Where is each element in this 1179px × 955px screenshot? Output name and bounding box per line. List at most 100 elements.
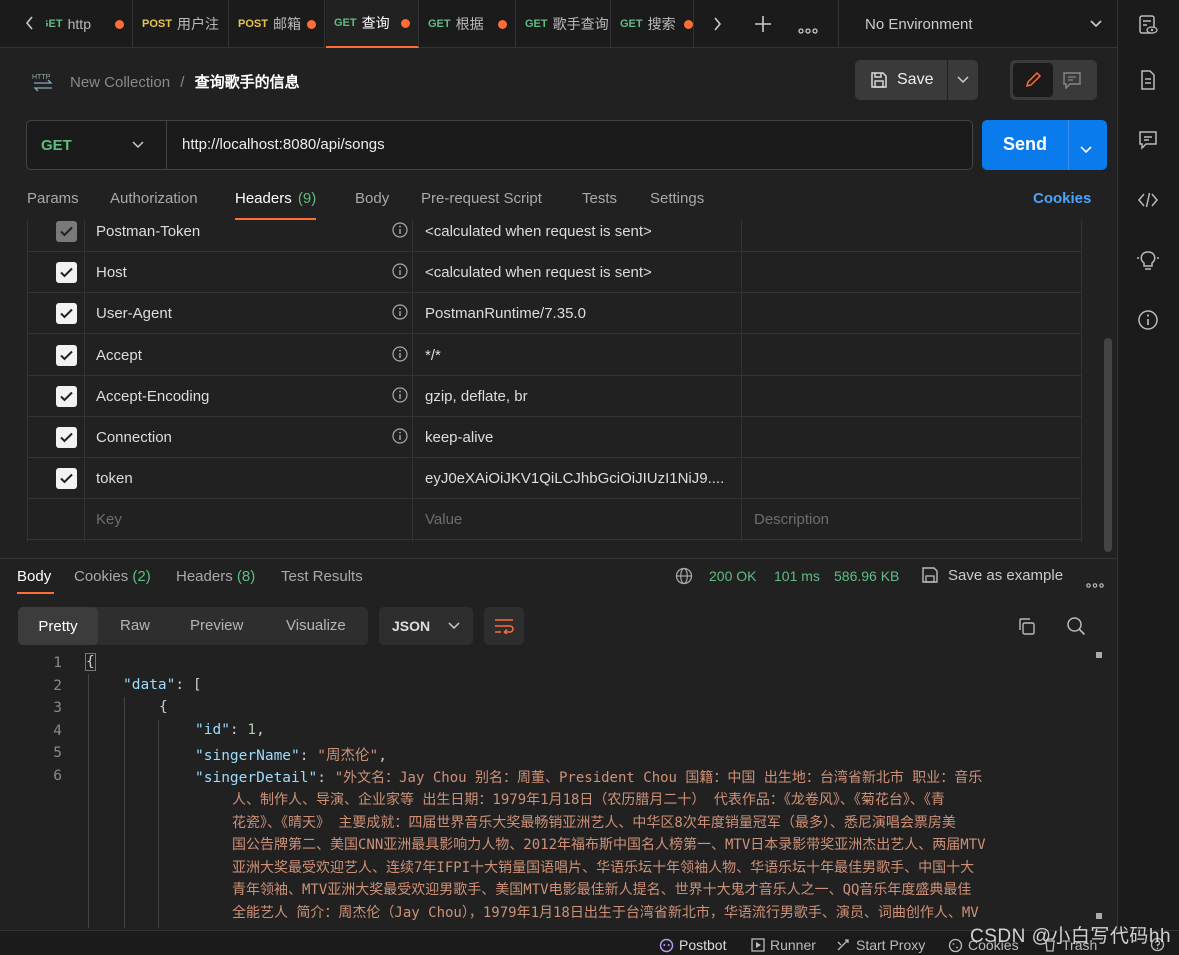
breadcrumb-request-name[interactable]: 查询歌手的信息 [195,74,300,91]
cookies-link[interactable]: Cookies [1033,190,1091,207]
request-tab-3[interactable]: POST 邮箱 [230,0,325,48]
tab-title: 根据 [455,16,484,32]
save-options-dropdown[interactable] [948,60,978,100]
json-string-wrap: 全能艺人 简介：周杰伦（Jay Chou），1979年1月18日出生于台湾省新北… [232,905,979,921]
edit-mode-button[interactable] [1013,63,1053,97]
breadcrumb-collection[interactable]: New Collection [70,74,170,91]
send-options-dropdown[interactable] [1080,141,1092,158]
line-number: 3 [53,700,62,716]
tab-title: 邮箱 [272,16,301,32]
start-proxy-label: Start Proxy [856,937,926,953]
save-as-example-button[interactable]: Save as example [921,566,1063,584]
runner-button[interactable]: Runner [751,937,816,953]
environment-selector[interactable]: No Environment [838,0,1117,48]
wrap-lines-button[interactable] [484,607,524,645]
search-response-button[interactable] [1066,616,1086,640]
tab-body[interactable]: Body [355,190,389,207]
header-checkbox[interactable] [56,386,77,407]
resp-tab-cookies[interactable]: Cookies (2) [74,568,151,585]
json-punct: , [256,722,265,738]
json-string-wrap: 亚洲大奖最受欢迎艺人、连续7年IFPI十大销量国语唱片、华语乐坛十年领袖人物、华… [232,860,975,876]
info-panel-button[interactable] [1137,309,1159,335]
header-checkbox[interactable] [56,262,77,283]
info-circle-icon [1138,310,1158,330]
request-tab-4-active[interactable]: GET 查询 [326,0,419,48]
tab-pre-request-script[interactable]: Pre-request Script [421,190,542,207]
save-label: Save [897,71,934,88]
header-checkbox[interactable] [56,303,77,324]
request-info-button[interactable] [1137,249,1159,275]
save-button[interactable]: Save [855,60,947,100]
new-tab-button[interactable] [754,15,772,37]
info-icon[interactable] [392,387,408,407]
code-line-1: { [85,653,96,671]
scroll-up-arrow[interactable] [1096,652,1102,658]
info-icon[interactable] [392,304,408,324]
response-time[interactable]: 101 ms [774,568,820,584]
resp-tab-body[interactable]: Body [17,568,54,594]
svg-text:HTTP: HTTP [32,74,51,81]
tab-method: GET [334,17,357,29]
request-tab-7[interactable]: GET 搜索 [612,0,694,48]
info-icon[interactable] [392,222,408,242]
checkmark-icon [60,350,73,361]
checkmark-icon [60,473,73,484]
start-proxy-button[interactable]: Start Proxy [836,937,925,953]
header-checkbox[interactable] [56,468,77,489]
response-more-button[interactable] [1086,575,1104,592]
info-icon[interactable] [392,428,408,448]
request-tab-5[interactable]: GET 根据 [420,0,516,48]
code-snippet-button[interactable] [1137,189,1159,215]
method-selector[interactable]: GET [27,121,167,169]
globe-icon[interactable] [675,567,693,589]
comment-mode-button[interactable] [1062,71,1082,93]
more-horizontal-icon [798,28,818,34]
format-raw[interactable]: Raw [120,617,150,634]
header-row: Accept */* [27,335,1082,376]
response-body-editor[interactable]: 1 2 3 4 5 6 { "data": [ { "id": 1, "sing… [0,650,1110,928]
info-icon[interactable] [392,263,408,283]
scroll-down-arrow[interactable] [1096,913,1102,919]
send-button[interactable]: Send [1003,134,1047,155]
environment-quicklook-button[interactable] [1137,14,1159,40]
language-selector[interactable]: JSON [379,607,473,645]
chevron-down-icon [957,76,969,84]
value-input[interactable]: Value [425,511,735,528]
description-input[interactable]: Description [754,511,1064,528]
headers-scrollbar[interactable] [1104,338,1112,552]
environment-label: No Environment [865,16,973,33]
chevron-left-icon [25,16,33,30]
format-preview[interactable]: Preview [190,617,243,634]
key-input[interactable]: Key [96,511,122,528]
comments-button[interactable] [1137,129,1159,155]
info-icon[interactable] [392,346,408,366]
tab-options-button[interactable] [798,21,818,38]
url-input[interactable]: http://localhost:8080/api/songs [182,136,385,153]
comment-icon [1139,131,1157,150]
request-tab-6[interactable]: GET 歌手查询 [517,0,611,48]
request-tab-1[interactable]: GET http [46,0,133,48]
postbot-button[interactable]: Postbot [659,937,726,953]
unsaved-dot-icon [498,19,507,29]
resp-tab-test-results[interactable]: Test Results [281,568,363,585]
response-size[interactable]: 586.96 KB [834,568,899,584]
tabs-scroll-right-button[interactable] [711,16,723,36]
status-code[interactable]: 200 OK [709,568,756,584]
tab-tests[interactable]: Tests [582,190,617,207]
chevron-down-icon [1090,20,1102,28]
copy-response-button[interactable] [1017,617,1036,640]
search-icon [1067,617,1086,636]
header-checkbox[interactable] [56,427,77,448]
tab-params[interactable]: Params [27,190,79,207]
header-checkbox[interactable] [56,345,77,366]
documentation-button[interactable] [1137,69,1159,95]
request-tab-2[interactable]: POST 用户注 [134,0,229,48]
wrap-text-icon [495,619,514,634]
tabs-scroll-left-button[interactable] [24,15,36,35]
json-punct: : [ [175,677,202,693]
format-visualize[interactable]: Visualize [286,617,346,634]
tab-settings[interactable]: Settings [650,190,704,207]
tab-authorization[interactable]: Authorization [110,190,198,207]
resp-tab-headers[interactable]: Headers (8) [176,568,255,585]
format-pretty[interactable]: Pretty [18,607,98,645]
